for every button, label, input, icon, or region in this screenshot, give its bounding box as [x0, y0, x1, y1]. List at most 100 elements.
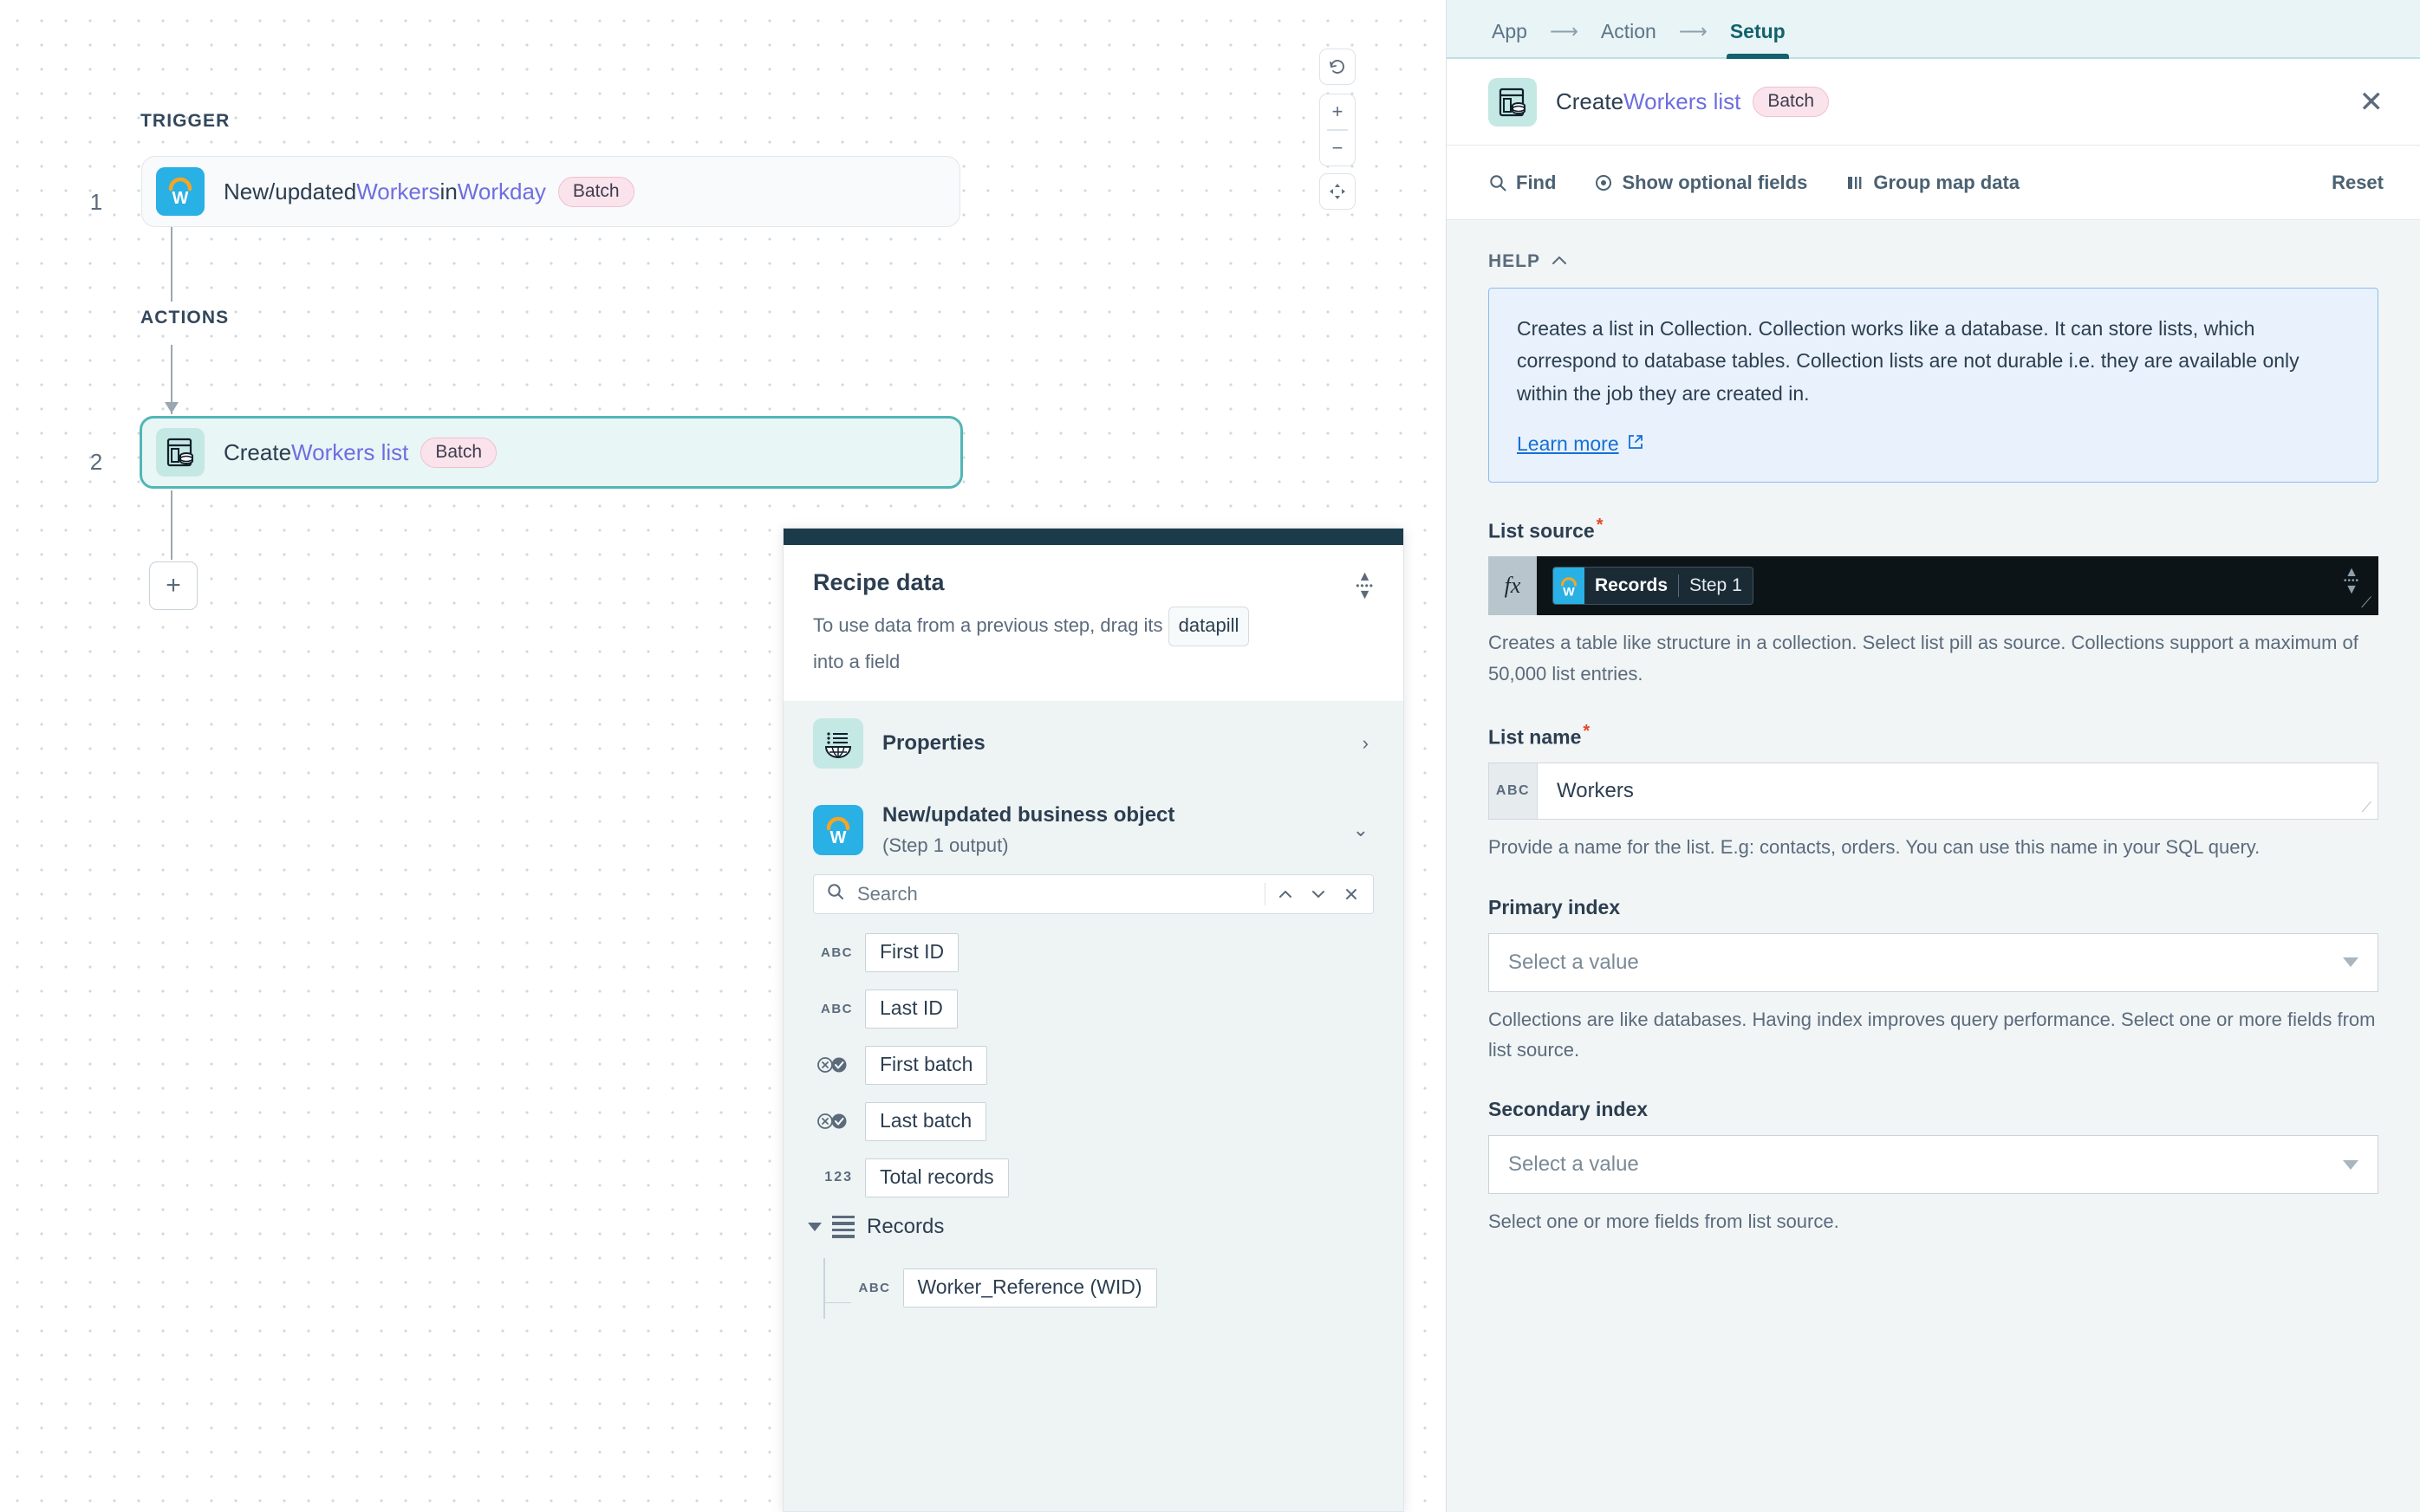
connector-arrow-icon [165, 402, 179, 413]
datapill-worker-reference[interactable]: Worker_Reference (WID) [902, 1269, 1157, 1308]
recipe-data-subtitle: To use data from a previous step, drag i… [813, 607, 1281, 678]
zoom-in-button[interactable]: + [1319, 94, 1356, 129]
panel-title-object: Workers list [1623, 88, 1741, 114]
actions-section-label: ACTIONS [140, 308, 230, 328]
tree-line-icon [823, 1257, 825, 1319]
datapill-row[interactable]: ABC First ID [813, 932, 1374, 972]
step-2-object: Workers list [291, 438, 409, 465]
search-clear-button[interactable] [1335, 878, 1368, 911]
step-card-action-selected[interactable]: Create Workers list Batch [140, 416, 963, 489]
chevron-down-icon[interactable]: ⌄ [1353, 819, 1369, 841]
recipe-editor: TRIGGER 1 W New/updated Workers in Workd… [0, 0, 2420, 1512]
datapill-row-nested[interactable]: ABC Worker_Reference (WID) [813, 1257, 1374, 1319]
field-list-source: List source * fx W Records Step 1 ▲ ••••… [1488, 516, 2378, 689]
add-step-button[interactable]: + [149, 561, 198, 610]
datapill-search-box[interactable]: Search [813, 873, 1374, 914]
action-config-panel: App ⟶ Action ⟶ Setup Create Workers list… [1446, 0, 2420, 1512]
type-boolean-icon [813, 1055, 853, 1074]
properties-row-text: Properties [882, 731, 986, 756]
properties-label: Properties [882, 730, 986, 755]
search-next-button[interactable] [1302, 878, 1335, 911]
search-icon [826, 882, 845, 905]
workday-icon: W [1553, 568, 1584, 605]
close-icon[interactable]: ✕ [2359, 88, 2384, 117]
zoom-controls[interactable]: + − [1319, 94, 1356, 166]
datapill-row[interactable]: ABC Last ID [813, 989, 1374, 1029]
step-1-object: Workers [356, 178, 440, 204]
list-source-input[interactable]: fx W Records Step 1 ▲ •••• ▼ ⟋ [1488, 556, 2378, 616]
datapill-records-step1[interactable]: W Records Step 1 [1552, 567, 1753, 606]
help-body-text: Creates a list in Collection. Collection… [1517, 317, 2300, 405]
fit-to-screen-button[interactable] [1319, 173, 1356, 210]
caret-down-icon[interactable] [808, 1222, 822, 1231]
records-group-header[interactable]: Records [808, 1215, 1374, 1239]
datapill-last-batch[interactable]: Last batch [865, 1101, 987, 1141]
required-asterisk: * [1596, 515, 1604, 535]
datapill-chip[interactable]: datapill [1168, 607, 1250, 647]
arrow-right-icon: ⟶ [1678, 20, 1708, 42]
recipe-row-properties[interactable]: Properties › [784, 701, 1403, 786]
tab-action[interactable]: Action [1597, 20, 1660, 57]
type-abc-icon: ABC [821, 944, 853, 960]
resize-grip-icon[interactable]: ⟋ [2361, 594, 2371, 612]
show-optional-fields-button[interactable]: Show optional fields [1594, 172, 1807, 194]
reset-view-button[interactable] [1319, 49, 1356, 85]
connector-line [171, 490, 172, 560]
datapill-list: ABC First ID ABC Last ID First batch Las… [784, 914, 1403, 1319]
datapill-row[interactable]: First batch [813, 1045, 1374, 1085]
datapill-row[interactable]: 123 Total records [813, 1158, 1374, 1197]
panel-resize-handle[interactable]: ▲ •••• ▼ [1356, 570, 1374, 601]
type-boolean-icon [813, 1112, 853, 1131]
search-icon [1488, 173, 1507, 192]
recipe-data-body: Properties › W New/updated business obje… [784, 700, 1403, 1511]
resize-grip-icon[interactable]: ⟋ [2362, 801, 2371, 816]
formula-mode-button[interactable]: fx [1488, 556, 1537, 616]
recipe-data-panel[interactable]: Recipe data To use data from a previous … [783, 528, 1404, 1512]
list-source-value-area[interactable]: W Records Step 1 ▲ •••• ▼ ⟋ [1537, 556, 2378, 616]
secondary-index-select[interactable]: Select a value [1488, 1135, 2378, 1194]
primary-index-select[interactable]: Select a value [1488, 932, 2378, 992]
find-label: Find [1516, 171, 1557, 193]
field-drag-handle[interactable]: ▲ •••• ▼ [2344, 566, 2359, 596]
type-abc-icon: ABC [1489, 763, 1538, 820]
step-1-text-pre: New/updated [224, 178, 357, 204]
type-number-icon: 123 [824, 1170, 853, 1185]
chevron-down-icon[interactable] [2343, 957, 2358, 968]
step-2-number: 2 [89, 449, 103, 475]
tab-setup[interactable]: Setup [1726, 20, 1789, 59]
breadcrumb-tabs: App ⟶ Action ⟶ Setup [1447, 0, 2420, 59]
list-name-input[interactable]: ABC Workers ⟋ [1488, 762, 2378, 821]
datapill-first-id[interactable]: First ID [865, 932, 960, 972]
primary-index-label: Primary index [1488, 895, 1621, 918]
list-name-label-text: List name [1488, 725, 1582, 749]
step-card-trigger[interactable]: W New/updated Workers in Workday Batch [141, 156, 960, 227]
secondary-index-label: Secondary index [1488, 1098, 1649, 1120]
group-columns-icon [1845, 173, 1864, 192]
list-source-hint: Creates a table like structure in a coll… [1488, 632, 2358, 685]
step-2-text-pre: Create [224, 438, 292, 465]
group-map-data-button[interactable]: Group map data [1845, 172, 2020, 194]
datapill-total-records[interactable]: Total records [865, 1158, 1009, 1197]
recipe-row-step1-output[interactable]: W New/updated business object (Step 1 ou… [784, 786, 1403, 874]
chevron-down-icon[interactable] [2343, 1159, 2358, 1170]
search-prev-button[interactable] [1269, 878, 1302, 911]
search-placeholder: Search [857, 882, 918, 905]
list-name-hint: Provide a name for the list. E.g: contac… [1488, 836, 2261, 859]
records-group-label: Records [867, 1214, 945, 1238]
workday-icon: W [813, 804, 863, 855]
learn-more-link[interactable]: Learn more [1517, 432, 1644, 456]
datapill-first-batch[interactable]: First batch [865, 1045, 988, 1085]
step-2-batch-badge: Batch [420, 437, 498, 468]
chevron-right-icon[interactable]: › [1363, 732, 1369, 755]
reset-button[interactable]: Reset [2332, 172, 2384, 194]
collection-icon [1488, 77, 1537, 127]
help-section-toggle[interactable]: HELP [1488, 251, 2378, 272]
list-source-label: List source * [1488, 516, 2378, 543]
find-button[interactable]: Find [1488, 172, 1556, 194]
datapill-row[interactable]: Last batch [813, 1101, 1374, 1141]
zoom-out-button[interactable]: − [1319, 131, 1356, 165]
datapill-last-id[interactable]: Last ID [865, 989, 958, 1029]
tab-app[interactable]: App [1488, 20, 1531, 57]
list-name-value[interactable]: Workers [1538, 763, 2378, 819]
recipe-canvas[interactable]: TRIGGER 1 W New/updated Workers in Workd… [0, 0, 1446, 1512]
